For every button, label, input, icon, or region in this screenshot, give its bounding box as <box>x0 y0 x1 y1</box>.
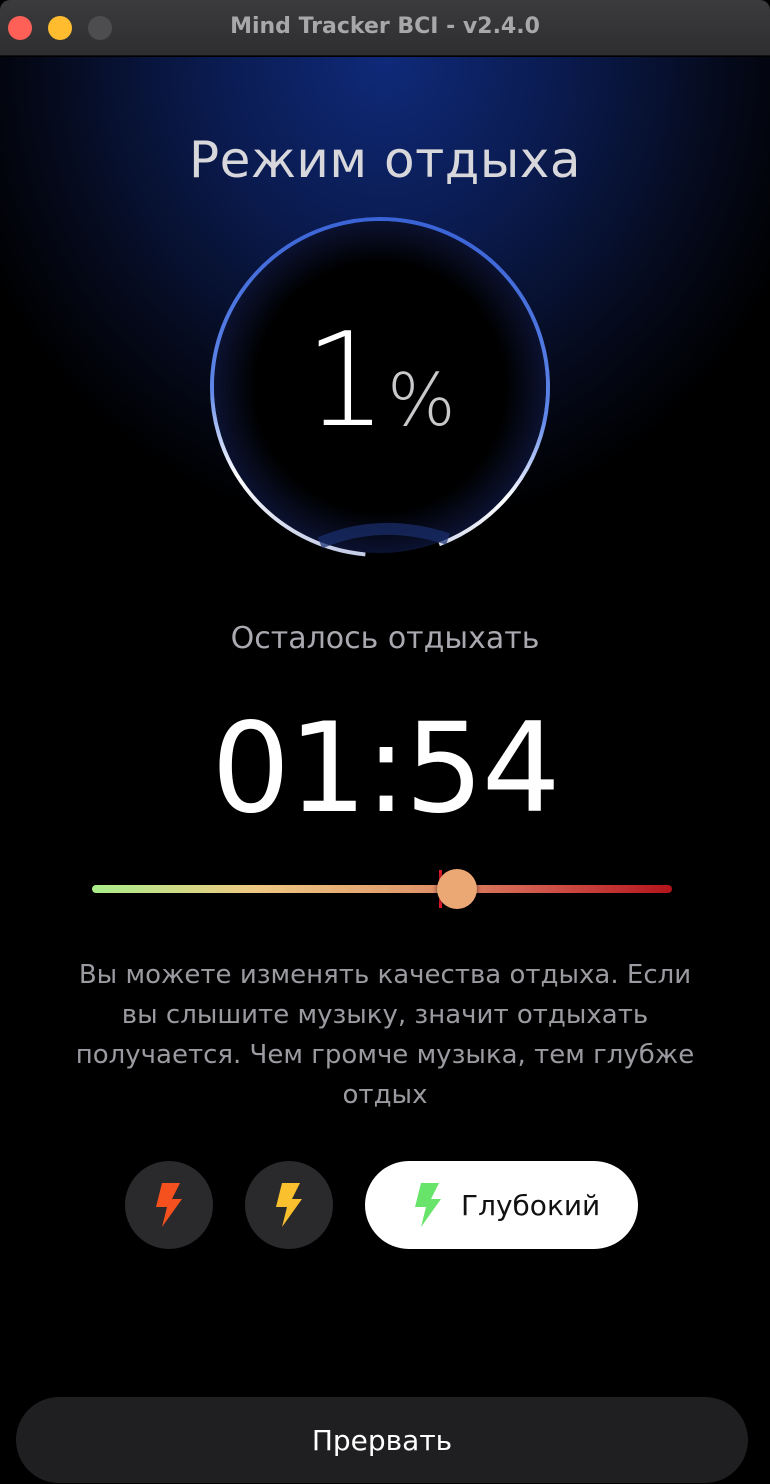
mode-button-deep[interactable]: Глубокий <box>365 1161 638 1249</box>
progress-value: 1 <box>304 304 388 456</box>
rest-mode-screen: Режим отдыха 1% Осталось отдыхать 01:54 … <box>0 57 770 1484</box>
stop-button[interactable]: Прервать <box>16 1397 748 1483</box>
mode-button-light[interactable] <box>125 1161 213 1249</box>
remaining-label: Осталось отдыхать <box>230 621 540 656</box>
slider-track[interactable] <box>92 885 672 893</box>
window-titlebar: Mind Tracker BCI - v2.4.0 <box>0 0 770 56</box>
window-title: Mind Tracker BCI - v2.4.0 <box>230 14 540 39</box>
page-title: Режим отдыха <box>188 131 582 189</box>
countdown-timer: 01:54 <box>211 697 560 841</box>
rest-quality-slider[interactable] <box>92 869 672 909</box>
mode-deep-label: Глубокий <box>461 1188 601 1222</box>
progress-ring: 1% <box>208 215 552 559</box>
slider-thumb[interactable] <box>437 869 478 909</box>
mode-button-medium[interactable] <box>245 1161 333 1249</box>
progress-percent: 1% <box>208 315 552 445</box>
rest-description: Вы можете изменять качества отдыха. Если… <box>75 960 695 1110</box>
lightning-icon <box>156 1183 182 1227</box>
lightning-icon <box>415 1183 441 1227</box>
lightning-icon <box>276 1183 302 1227</box>
progress-unit: % <box>387 358 456 442</box>
